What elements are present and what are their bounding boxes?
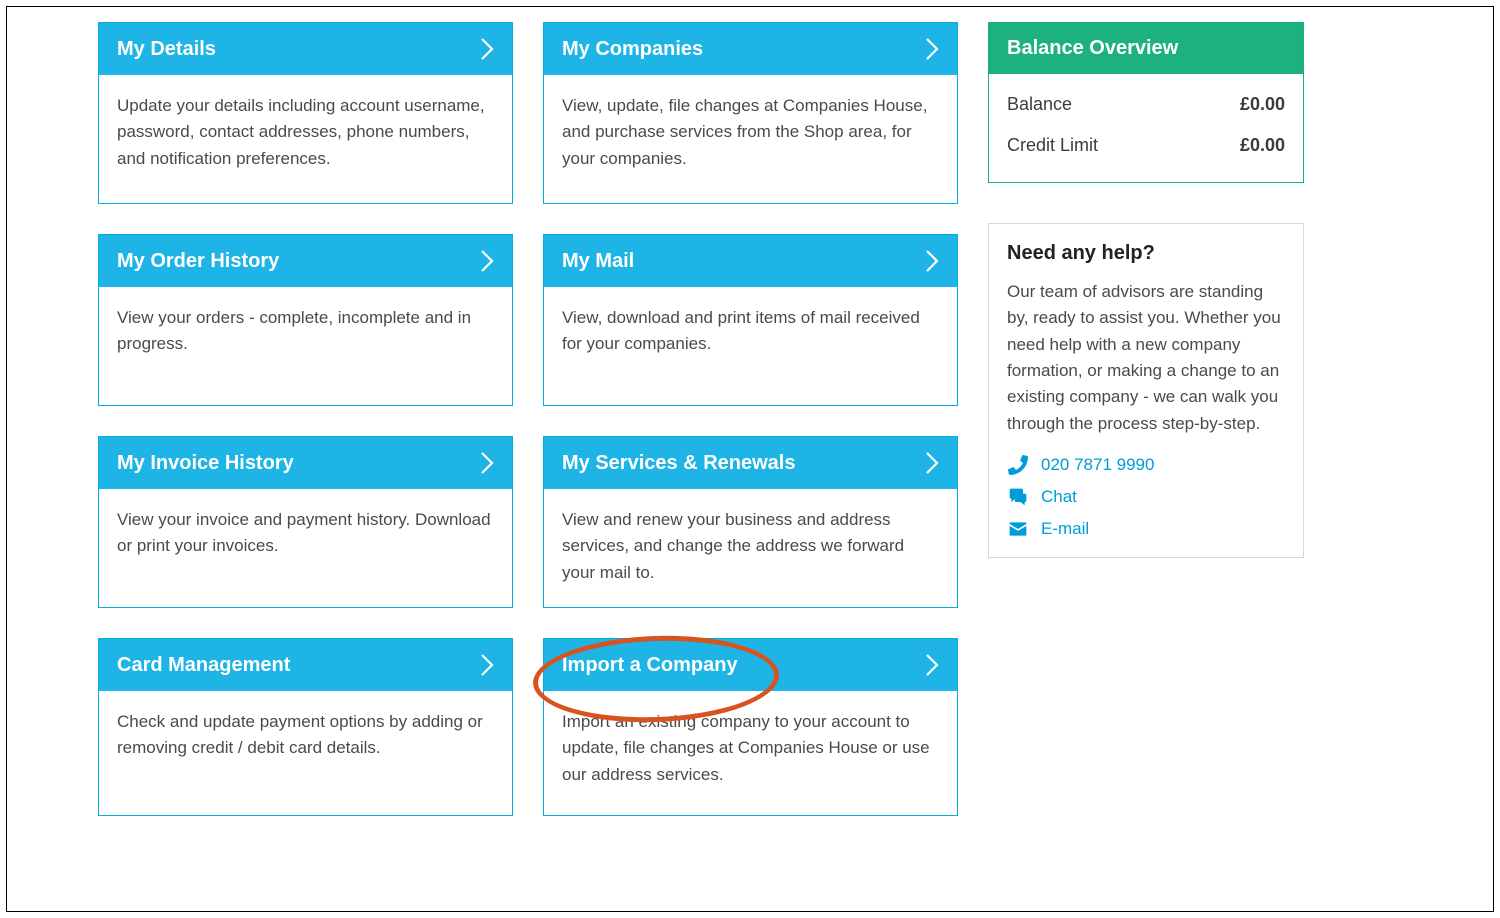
chevron-right-icon bbox=[480, 37, 494, 61]
card-desc: View, download and print items of mail r… bbox=[544, 287, 957, 405]
card-desc: View and renew your business and address… bbox=[544, 489, 957, 607]
balance-row-credit-limit: Credit Limit £0.00 bbox=[1007, 125, 1285, 166]
card-grid: My Details Update your details including… bbox=[98, 22, 958, 816]
phone-icon bbox=[1007, 455, 1029, 475]
help-links: 020 7871 9990 Chat E-mail bbox=[1007, 455, 1285, 539]
card-title: My Companies bbox=[562, 38, 703, 61]
balance-title: Balance Overview bbox=[989, 23, 1303, 74]
card-header: My Services & Renewals bbox=[544, 437, 957, 489]
card-title: My Details bbox=[117, 38, 216, 61]
balance-overview-panel: Balance Overview Balance £0.00 Credit Li… bbox=[988, 22, 1304, 183]
help-text: Our team of advisors are standing by, re… bbox=[1007, 279, 1285, 437]
chat-icon bbox=[1007, 487, 1029, 507]
card-desc: View your invoice and payment history. D… bbox=[99, 489, 512, 607]
help-panel: Need any help? Our team of advisors are … bbox=[988, 223, 1304, 558]
card-title: My Mail bbox=[562, 250, 634, 273]
card-desc: Update your details including account us… bbox=[99, 75, 512, 203]
card-my-companies[interactable]: My Companies View, update, file changes … bbox=[543, 22, 958, 204]
email-icon bbox=[1007, 519, 1029, 539]
card-import-company[interactable]: Import a Company Import an existing comp… bbox=[543, 638, 958, 816]
card-header: My Invoice History bbox=[99, 437, 512, 489]
card-header: My Mail bbox=[544, 235, 957, 287]
card-title: My Services & Renewals bbox=[562, 452, 795, 475]
chevron-right-icon bbox=[480, 451, 494, 475]
chevron-right-icon bbox=[480, 653, 494, 677]
chevron-right-icon bbox=[925, 653, 939, 677]
help-phone-text: 020 7871 9990 bbox=[1041, 455, 1154, 475]
card-desc: Import an existing company to your accou… bbox=[544, 691, 957, 815]
card-header: My Companies bbox=[544, 23, 957, 75]
card-title: Card Management bbox=[117, 654, 290, 677]
card-order-history[interactable]: My Order History View your orders - comp… bbox=[98, 234, 513, 406]
chevron-right-icon bbox=[925, 451, 939, 475]
help-email-link[interactable]: E-mail bbox=[1007, 519, 1285, 539]
balance-body: Balance £0.00 Credit Limit £0.00 bbox=[989, 74, 1303, 182]
card-header: Card Management bbox=[99, 639, 512, 691]
card-title: My Order History bbox=[117, 250, 279, 273]
card-my-mail[interactable]: My Mail View, download and print items o… bbox=[543, 234, 958, 406]
card-desc: Check and update payment options by addi… bbox=[99, 691, 512, 815]
card-header: My Order History bbox=[99, 235, 512, 287]
card-services-renewals[interactable]: My Services & Renewals View and renew yo… bbox=[543, 436, 958, 608]
side-column: Balance Overview Balance £0.00 Credit Li… bbox=[988, 22, 1304, 816]
dashboard-content: My Details Update your details including… bbox=[98, 22, 1304, 816]
chevron-right-icon bbox=[480, 249, 494, 273]
card-card-management[interactable]: Card Management Check and update payment… bbox=[98, 638, 513, 816]
chevron-right-icon bbox=[925, 37, 939, 61]
card-desc: View, update, file changes at Companies … bbox=[544, 75, 957, 203]
card-my-details[interactable]: My Details Update your details including… bbox=[98, 22, 513, 204]
help-title: Need any help? bbox=[1007, 242, 1285, 265]
card-title: My Invoice History bbox=[117, 452, 294, 475]
card-header: Import a Company bbox=[544, 639, 957, 691]
balance-value: £0.00 bbox=[1240, 135, 1285, 156]
balance-row-balance: Balance £0.00 bbox=[1007, 84, 1285, 125]
card-title: Import a Company bbox=[562, 654, 738, 677]
balance-value: £0.00 bbox=[1240, 94, 1285, 115]
help-chat-text: Chat bbox=[1041, 487, 1077, 507]
card-desc: View your orders - complete, incomplete … bbox=[99, 287, 512, 405]
help-email-text: E-mail bbox=[1041, 519, 1089, 539]
help-chat-link[interactable]: Chat bbox=[1007, 487, 1285, 507]
card-invoice-history[interactable]: My Invoice History View your invoice and… bbox=[98, 436, 513, 608]
balance-label: Balance bbox=[1007, 94, 1072, 115]
help-phone-link[interactable]: 020 7871 9990 bbox=[1007, 455, 1285, 475]
card-header: My Details bbox=[99, 23, 512, 75]
balance-label: Credit Limit bbox=[1007, 135, 1098, 156]
chevron-right-icon bbox=[925, 249, 939, 273]
